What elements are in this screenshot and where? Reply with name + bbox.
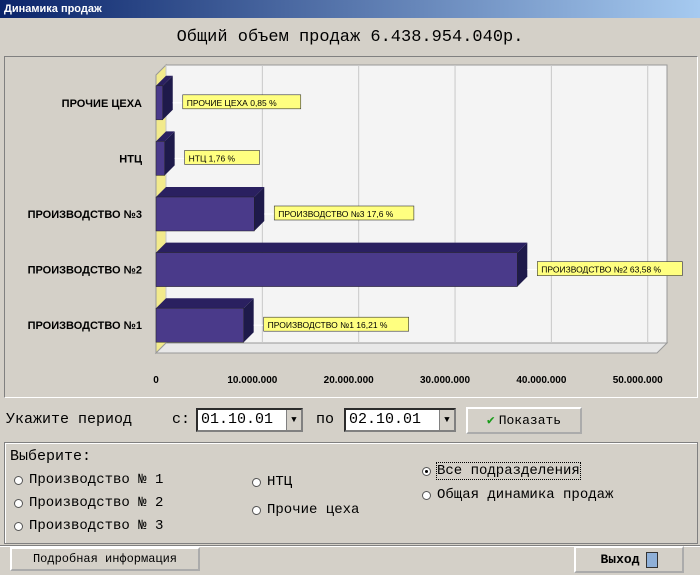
radio-label: Производство № 3 [29,518,164,534]
category-label: НТЦ [119,153,142,165]
date-from-field[interactable]: 01.10.01 ▼ [196,408,303,432]
radio-circle-icon [14,498,23,508]
x-tick-label: 30.000.000 [420,375,470,386]
bar-top [156,187,265,197]
category-label: ПРОИЗВОДСТВО №3 [28,209,142,221]
bar-top [156,242,528,253]
radio-label: НТЦ [267,474,293,490]
period-filter-row: Укажите период с: 01.10.01 ▼ по 02.10.01… [0,404,700,436]
bar [155,252,518,287]
door-exit-icon [645,551,658,568]
data-label: ПРОИЗВОДСТВО №1 16,21 % [268,320,388,330]
data-label: ПРОИЗВОДСТВО №2 63,58 % [541,265,661,275]
radio-production-1[interactable]: Производство № 1 [14,472,163,488]
radio-label: Все подразделения [436,462,581,480]
radio-label: Прочие цеха [267,502,360,518]
period-label: Укажите период [6,411,133,428]
radio-other-shops[interactable]: Прочие цеха [252,502,359,518]
radio-circle-icon [14,475,23,485]
details-button[interactable]: Подробная информация [10,547,200,571]
x-tick-label: 20.000.000 [324,375,374,386]
radio-production-2[interactable]: Производство № 2 [14,495,163,511]
radio-total-dynamics[interactable]: Общая динамика продаж [422,487,613,503]
data-label: ПРОИЗВОДСТВО №3 17,6 % [278,209,394,219]
window-titlebar: Динамика продаж [0,0,700,18]
x-tick-label: 0 [153,375,159,386]
chart-floor [154,342,669,354]
radio-all-divisions[interactable]: Все подразделения [422,462,581,480]
bar [155,307,244,343]
bar [155,85,163,121]
date-to-field[interactable]: 02.10.01 ▼ [344,408,456,432]
category-label: ПРОЧИЕ ЦЕХА [62,98,142,110]
exit-button[interactable]: Выход [574,546,684,573]
category-label: ПРОИЗВОДСТВО №1 [28,320,142,332]
date-from-dropdown-icon[interactable]: ▼ [286,410,301,430]
check-icon: ✔ [486,413,495,428]
chart-panel: 0 10.000.000 20.000.000 30.000.000 40.000.00… [4,56,698,398]
show-button-label: Показать [498,413,562,428]
window-title: Динамика продаж [4,3,102,15]
x-tick-label: 10.000.000 [227,375,277,386]
date-to-dropdown-icon[interactable]: ▼ [439,410,454,430]
exit-button-label: Выход [600,552,640,567]
sales-total-label: Общий объем продаж 6.438.954.040р. [176,28,524,47]
radio-circle-icon [252,477,261,487]
choose-title: Выберите: [8,448,94,465]
date-from-value: 01.10.01 [201,411,274,428]
sales-bar-chart: 0 10.000.000 20.000.000 30.000.000 40.000.00… [28,63,683,386]
data-label: ПРОЧИЕ ЦЕХА 0,85 % [187,98,277,108]
radio-label: Общая динамика продаж [437,487,614,503]
x-tick-label: 50.000.000 [613,375,663,386]
radio-label: Производство № 1 [29,472,164,488]
details-button-label: Подробная информация [32,552,178,566]
category-label: ПРОИЗВОДСТВО №2 [28,265,142,277]
bar-top [156,298,254,309]
bar [155,141,165,176]
radio-circle-icon [14,521,23,531]
radio-label: Производство № 2 [29,495,164,511]
radio-production-3[interactable]: Производство № 3 [14,518,163,534]
radio-circle-icon [422,490,431,500]
show-button[interactable]: ✔ Показать [466,407,582,434]
to-label: по [316,411,335,428]
from-label: с: [172,411,191,428]
radio-circle-selected-icon [422,466,431,476]
date-to-value: 02.10.01 [349,411,422,428]
radio-circle-icon [252,505,261,515]
radio-ntc[interactable]: НТЦ [252,474,292,490]
bar [155,196,255,232]
data-label: НТЦ 1,76 % [189,153,236,163]
x-tick-label: 40.000.000 [516,375,566,386]
